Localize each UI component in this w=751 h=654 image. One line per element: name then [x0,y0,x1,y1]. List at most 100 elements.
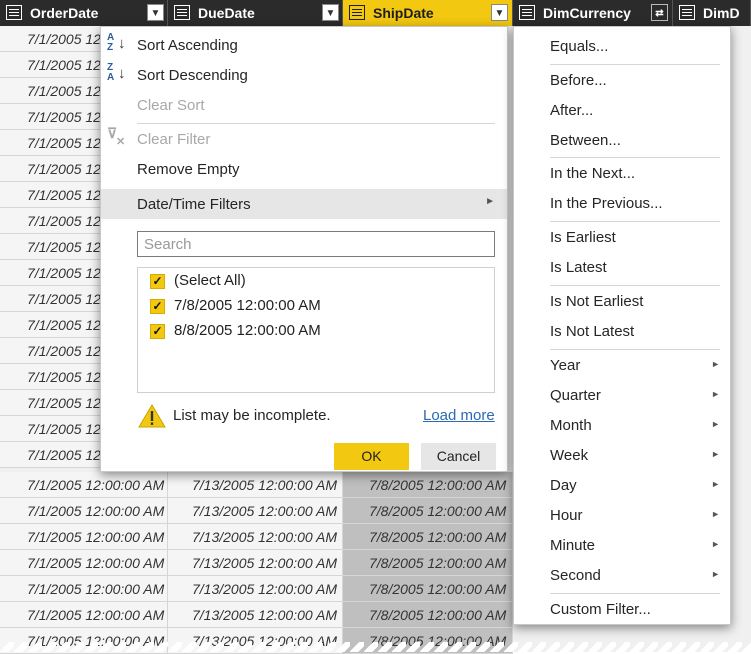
clear-sort-item[interactable]: Clear Sort [101,90,507,120]
submenu-arrow-icon: ► [711,449,720,459]
submenu-item-day[interactable]: Day ► [514,470,730,500]
checkbox-checked[interactable]: ✓ [150,324,165,339]
column-header-label: OrderDate [30,5,99,21]
submenu-item-is-latest[interactable]: Is Latest [514,252,730,282]
submenu-item-custom-filter[interactable]: Custom Filter... [514,594,730,624]
table-type-icon [519,5,535,20]
column-header-dimd[interactable]: DimD [673,0,751,26]
submenu-item-label: Hour [550,507,583,524]
list-item-label: 8/8/2005 12:00:00 AM [174,322,321,339]
orderdate-cell[interactable]: 7/1/2005 12:00:00 AM [0,576,168,602]
column-header-shipdate[interactable]: ShipDate ▼ [343,0,513,26]
column-filter-menu: A Z ↓ Sort Ascending Z A ↓ Sort Descending C… [100,26,508,472]
submenu-item-label: Is Not Latest [550,323,635,340]
list-item-label: 7/8/2005 12:00:00 AM [174,297,321,314]
submenu-arrow-icon: ► [711,509,720,519]
menu-item-label: Sort Ascending [137,37,238,54]
date-time-type-icon [174,5,190,20]
submenu-item-week[interactable]: Week ► [514,440,730,470]
submenu-item-after[interactable]: After... [514,95,730,125]
submenu-item-label: Custom Filter... [550,601,651,618]
expand-column-button[interactable]: ⇄ [651,4,668,21]
submenu-item-label: Is Not Earliest [550,293,644,310]
submenu-item-month[interactable]: Month ► [514,410,730,440]
load-more-link[interactable]: Load more [423,407,495,424]
shipdate-cell[interactable]: 7/8/2005 12:00:00 AM [343,576,513,602]
submenu-item-label: In the Previous... [550,195,663,212]
menu-item-label: Date/Time Filters [137,196,251,213]
checkbox-checked[interactable]: ✓ [150,299,165,314]
submenu-item-quarter[interactable]: Quarter ► [514,380,730,410]
submenu-item-label: Week [550,447,589,464]
column-header-duedate[interactable]: DueDate ▼ [168,0,343,26]
filter-values-list[interactable]: ✓ (Select All) ✓ 7/8/2005 12:00:00 AM ✓ … [137,267,495,393]
submenu-item-minute[interactable]: Minute ► [514,530,730,560]
submenu-item-is-not-earliest[interactable]: Is Not Earliest [514,286,730,316]
submenu-item-second[interactable]: Second ► [514,560,730,590]
sort-descending-item[interactable]: Z A ↓ Sort Descending [101,60,507,90]
submenu-item-hour[interactable]: Hour ► [514,500,730,530]
datetime-filters-item[interactable]: Date/Time Filters ► [101,189,507,219]
menu-item-label: Remove Empty [137,161,240,178]
column-filter-dropdown-button[interactable]: ▼ [147,4,164,21]
shipdate-cell[interactable]: 7/8/2005 12:00:00 AM [343,602,513,628]
orderdate-cell[interactable]: 7/1/2005 12:00:00 AM [0,498,168,524]
search-input[interactable]: Search [137,231,495,257]
duedate-cell[interactable]: 7/13/2005 12:00:00 AM [168,576,343,602]
submenu-arrow-icon: ► [711,359,720,369]
submenu-item-in-the-previous[interactable]: In the Previous... [514,188,730,218]
shipdate-cell[interactable]: 7/8/2005 12:00:00 AM [343,524,513,550]
submenu-item-year[interactable]: Year ► [514,350,730,380]
cancel-button[interactable]: Cancel [421,443,496,470]
submenu-item-label: Quarter [550,387,601,404]
menu-item-label: Clear Sort [137,97,205,114]
submenu-item-label: Equals... [550,38,609,55]
duedate-cell[interactable]: 7/13/2005 12:00:00 AM [168,472,343,498]
submenu-item-equals[interactable]: Equals... [514,31,730,61]
duedate-cell[interactable]: 7/13/2005 12:00:00 AM [168,524,343,550]
column-header-dimcurrency[interactable]: DimCurrency ⇄ [513,0,673,26]
column-header-label: DimCurrency [543,5,631,21]
orderdate-cell[interactable]: 7/1/2005 12:00:00 AM [0,602,168,628]
column-header-orderdate[interactable]: OrderDate ▼ [0,0,168,26]
submenu-item-label: In the Next... [550,165,636,182]
incomplete-list-warning: List may be incomplete. [173,407,331,424]
column-filter-dropdown-button[interactable]: ▼ [322,4,339,21]
shipdate-cell[interactable]: 7/8/2005 12:00:00 AM [343,472,513,498]
shipdate-cell[interactable]: 7/8/2005 12:00:00 AM [343,498,513,524]
checkbox-checked[interactable]: ✓ [150,274,165,289]
submenu-item-label: Is Latest [550,259,607,276]
ok-button[interactable]: OK [334,443,409,470]
shipdate-cell[interactable]: 7/8/2005 12:00:00 AM [343,550,513,576]
submenu-item-in-the-next[interactable]: In the Next... [514,158,730,188]
orderdate-cell[interactable]: 7/1/2005 12:00:00 AM [0,524,168,550]
date-time-type-icon [6,5,22,20]
torn-edge [0,642,751,652]
orderdate-cell[interactable]: 7/1/2005 12:00:00 AM [0,472,168,498]
submenu-item-label: Is Earliest [550,229,616,246]
submenu-item-label: Before... [550,72,607,89]
duedate-cell[interactable]: 7/13/2005 12:00:00 AM [168,498,343,524]
table-type-icon [679,5,695,20]
submenu-item-is-not-latest[interactable]: Is Not Latest [514,316,730,346]
submenu-item-label: Second [550,567,601,584]
column-header-label: DimD [703,5,740,21]
remove-empty-item[interactable]: Remove Empty [101,154,507,184]
sort-ascending-icon: A Z ↓ [107,32,126,53]
submenu-item-label: Minute [550,537,596,554]
menu-item-label: Clear Filter [137,131,211,148]
column-filter-dropdown-button[interactable]: ▼ [491,4,508,21]
duedate-cell[interactable]: 7/13/2005 12:00:00 AM [168,550,343,576]
duedate-cell[interactable]: 7/13/2005 12:00:00 AM [168,602,343,628]
submenu-item-before[interactable]: Before... [514,65,730,95]
submenu-arrow-icon: ► [711,479,720,489]
orderdate-cell[interactable]: 7/1/2005 12:00:00 AM [0,550,168,576]
sort-ascending-item[interactable]: A Z ↓ Sort Ascending [101,30,507,60]
submenu-item-between[interactable]: Between... [514,125,730,155]
menu-item-label: Sort Descending [137,67,248,84]
date-time-type-icon [349,5,365,20]
column-header-label: ShipDate [373,5,434,21]
submenu-arrow-icon: ► [711,539,720,549]
submenu-item-is-earliest[interactable]: Is Earliest [514,222,730,252]
clear-filter-item[interactable]: ⊽ ✕ Clear Filter [101,124,507,154]
